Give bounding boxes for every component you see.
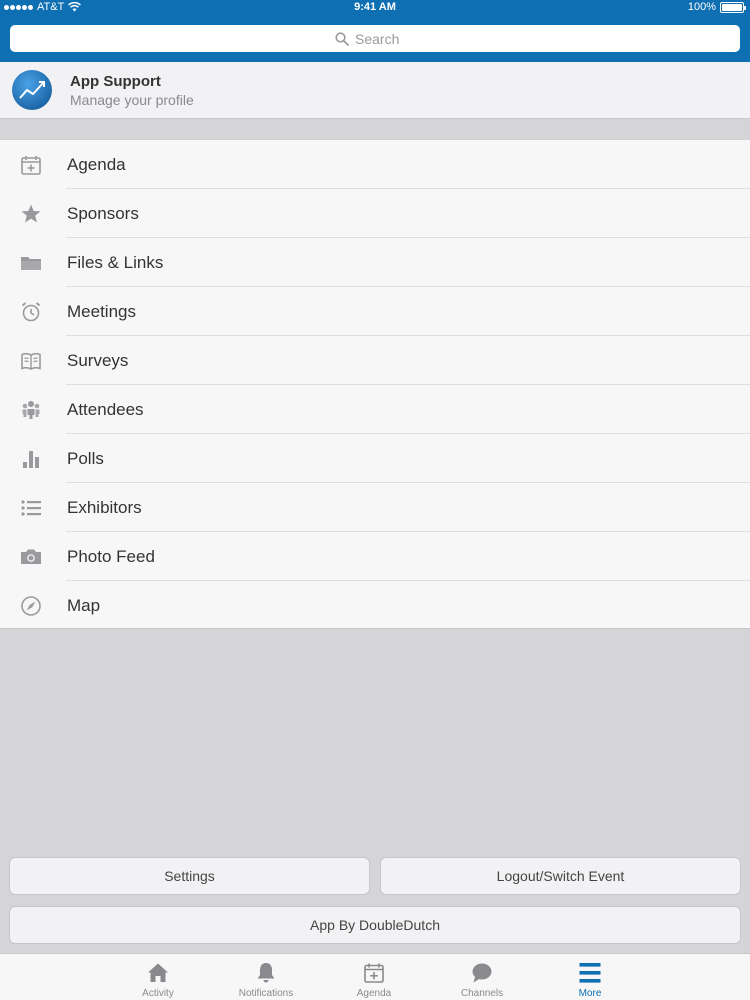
- alarm-clock-icon: [20, 301, 42, 323]
- profile-name: App Support: [70, 73, 161, 90]
- menu-item-attendees[interactable]: Attendees: [0, 385, 750, 434]
- folder-icon: [20, 252, 42, 274]
- bar-chart-icon: [20, 448, 42, 470]
- search-icon: [335, 31, 349, 46]
- menu-item-label: Files & Links: [67, 252, 164, 272]
- bell-icon: [257, 963, 275, 983]
- menu-item-label: Map: [67, 595, 101, 615]
- menu-item-sponsors[interactable]: Sponsors: [0, 189, 750, 238]
- tab-more[interactable]: More: [536, 954, 644, 1000]
- tab-label: Agenda: [356, 988, 392, 999]
- list-icon: [20, 497, 42, 519]
- hamburger-menu-icon: [579, 963, 601, 983]
- menu-item-meetings[interactable]: Meetings: [0, 287, 750, 336]
- tab-label: Notifications: [238, 988, 294, 999]
- compass-icon: [20, 595, 42, 617]
- tab-bar: Activity Notifications Agenda Channels M…: [0, 953, 750, 1000]
- menu-item-label: Photo Feed: [67, 546, 155, 566]
- menu-item-label: Meetings: [67, 301, 136, 321]
- status-bar: AT&T 9:41 AM 100%: [0, 0, 750, 16]
- tab-agenda[interactable]: Agenda: [320, 954, 428, 1000]
- status-right: 100%: [687, 1, 746, 13]
- menu-item-photo-feed[interactable]: Photo Feed: [0, 532, 750, 581]
- menu-item-surveys[interactable]: Surveys: [0, 336, 750, 385]
- menu-item-label: Polls: [67, 448, 104, 468]
- calendar-plus-icon: [20, 154, 42, 176]
- profile-subtitle: Manage your profile: [70, 92, 194, 108]
- star-icon: [20, 203, 42, 225]
- menu-item-exhibitors[interactable]: Exhibitors: [0, 483, 750, 532]
- tab-label: More: [578, 988, 602, 999]
- people-icon: [20, 399, 42, 421]
- logout-switch-event-button[interactable]: Logout/Switch Event: [380, 857, 741, 895]
- menu-item-map[interactable]: Map: [0, 581, 750, 630]
- camera-icon: [20, 546, 42, 568]
- battery-icon: [720, 1, 746, 13]
- tab-label: Channels: [460, 988, 504, 999]
- calendar-plus-icon: [364, 963, 384, 983]
- tab-activity[interactable]: Activity: [104, 954, 212, 1000]
- menu-item-label: Agenda: [67, 154, 126, 174]
- menu-item-label: Exhibitors: [67, 497, 142, 517]
- menu-item-label: Surveys: [67, 350, 129, 370]
- tab-label: Activity: [142, 988, 174, 999]
- app-credits-button[interactable]: App By DoubleDutch: [9, 906, 741, 944]
- menu-item-label: Sponsors: [67, 203, 139, 223]
- search-input[interactable]: [355, 30, 415, 47]
- more-menu-list: Agenda Sponsors Files & Links Meetings S…: [0, 139, 750, 629]
- menu-item-files-links[interactable]: Files & Links: [0, 238, 750, 287]
- search-field[interactable]: [10, 25, 740, 52]
- chat-bubble-icon: [472, 963, 492, 983]
- menu-item-agenda[interactable]: Agenda: [0, 140, 750, 189]
- avatar: [12, 70, 52, 110]
- home-icon: [148, 963, 168, 982]
- search-bar: [0, 16, 750, 62]
- menu-item-label: Attendees: [67, 399, 144, 419]
- tab-notifications[interactable]: Notifications: [212, 954, 320, 1000]
- settings-button[interactable]: Settings: [9, 857, 370, 895]
- profile-row[interactable]: App Support Manage your profile: [0, 62, 750, 119]
- tab-channels[interactable]: Channels: [428, 954, 536, 1000]
- open-book-icon: [20, 350, 42, 372]
- trend-chart-icon: [19, 81, 45, 99]
- menu-item-polls[interactable]: Polls: [0, 434, 750, 483]
- clock: 9:41 AM: [354, 1, 396, 13]
- battery-percent: 100%: [687, 1, 716, 13]
